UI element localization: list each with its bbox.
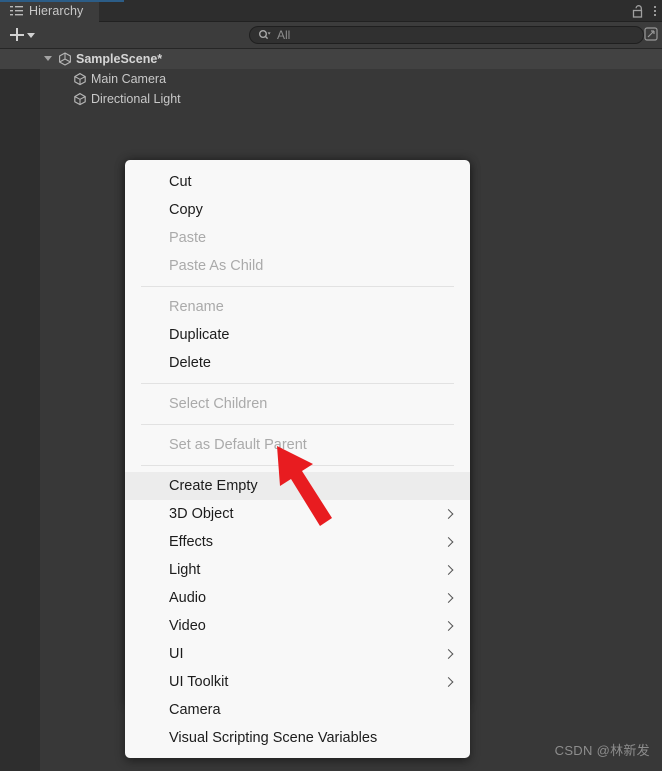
chevron-down-icon	[27, 32, 35, 38]
hierarchy-row-label: Main Camera	[91, 72, 167, 86]
menu-separator	[141, 383, 454, 384]
menu-item: Rename	[125, 293, 470, 321]
menu-item-label: Effects	[169, 534, 214, 550]
menu-item-label: Paste As Child	[169, 258, 264, 274]
menu-item[interactable]: 3D Object	[125, 500, 470, 528]
menu-item[interactable]: Create Empty	[125, 472, 470, 500]
menu-item-label: Duplicate	[169, 327, 230, 343]
menu-item-label: Video	[169, 618, 206, 634]
menu-item-label: UI	[169, 646, 184, 662]
hierarchy-row[interactable]: Directional Light	[0, 89, 662, 109]
menu-item: Select Children	[125, 390, 470, 418]
menu-item-label: Delete	[169, 355, 211, 371]
menu-separator	[141, 465, 454, 466]
menu-item[interactable]: Delete	[125, 349, 470, 377]
menu-separator	[141, 286, 454, 287]
chevron-right-icon	[443, 593, 454, 603]
menu-item-label: Audio	[169, 590, 207, 606]
unity-hierarchy-window: Hierarchy All SampleScene* Main Camera D…	[0, 0, 662, 771]
window-tab-controls	[632, 0, 656, 22]
chevron-right-icon	[443, 509, 454, 519]
menu-item[interactable]: Copy	[125, 196, 470, 224]
menu-item[interactable]: Duplicate	[125, 321, 470, 349]
menu-item-label: 3D Object	[169, 506, 234, 522]
add-gameobject-button[interactable]	[6, 25, 39, 43]
unity-scene-icon	[58, 52, 72, 66]
menu-item[interactable]: Audio	[125, 584, 470, 612]
tab-active-accent-bar	[0, 0, 124, 2]
menu-item-label: Set as Default Parent	[169, 437, 307, 453]
chevron-right-icon	[443, 621, 454, 631]
hierarchy-row-label: SampleScene*	[76, 52, 163, 66]
plus-icon	[10, 27, 24, 41]
gameobject-cube-icon	[73, 92, 87, 106]
menu-item[interactable]: UI Toolkit	[125, 668, 470, 696]
menu-item[interactable]: Camera	[125, 696, 470, 724]
menu-item-label: Cut	[169, 174, 192, 190]
menu-item-label: Visual Scripting Scene Variables	[169, 730, 378, 746]
menu-item-label: Select Children	[169, 396, 268, 412]
hierarchy-icon	[10, 5, 23, 17]
expand-arrow-icon[interactable]	[44, 56, 52, 61]
search-input[interactable]: All	[249, 26, 644, 44]
menu-item-label: Paste	[169, 230, 207, 246]
menu-item[interactable]: UI	[125, 640, 470, 668]
menu-separator	[141, 424, 454, 425]
menu-item-label: Create Empty	[169, 478, 258, 494]
kebab-menu-icon[interactable]	[654, 6, 656, 16]
search-icon[interactable]	[258, 29, 271, 41]
lock-open-icon[interactable]	[632, 4, 644, 18]
tab-hierarchy[interactable]: Hierarchy	[0, 0, 124, 22]
menu-item-label: Copy	[169, 202, 203, 218]
menu-item-label: Camera	[169, 702, 221, 718]
menu-item[interactable]: Light	[125, 556, 470, 584]
menu-item[interactable]: Video	[125, 612, 470, 640]
hierarchy-toolbar: All	[0, 22, 662, 49]
menu-item[interactable]: Effects	[125, 528, 470, 556]
menu-item[interactable]: Visual Scripting Scene Variables	[125, 724, 470, 752]
menu-item-label: Rename	[169, 299, 224, 315]
hierarchy-row[interactable]: SampleScene*	[0, 49, 662, 69]
chevron-right-icon	[443, 649, 454, 659]
hierarchy-row-label: Directional Light	[91, 92, 181, 106]
menu-item-label: UI Toolkit	[169, 674, 229, 690]
chevron-right-icon	[443, 565, 454, 575]
watermark-text: CSDN @林新发	[554, 743, 650, 758]
menu-item: Set as Default Parent	[125, 431, 470, 459]
window-tab-bar: Hierarchy	[0, 0, 662, 22]
menu-item[interactable]: Cut	[125, 168, 470, 196]
hierarchy-context-menu: Cut Copy Paste Paste As Child Rename Duplicat…	[125, 160, 470, 758]
menu-item-label: Light	[169, 562, 201, 578]
menu-item: Paste As Child	[125, 252, 470, 280]
gameobject-cube-icon	[73, 72, 87, 86]
chevron-right-icon	[443, 677, 454, 687]
search-placeholder-text: All	[277, 28, 291, 42]
tab-hierarchy-label: Hierarchy	[29, 4, 84, 18]
expand-icon[interactable]	[644, 27, 658, 41]
menu-item: Paste	[125, 224, 470, 252]
chevron-right-icon	[443, 537, 454, 547]
hierarchy-row[interactable]: Main Camera	[0, 69, 662, 89]
